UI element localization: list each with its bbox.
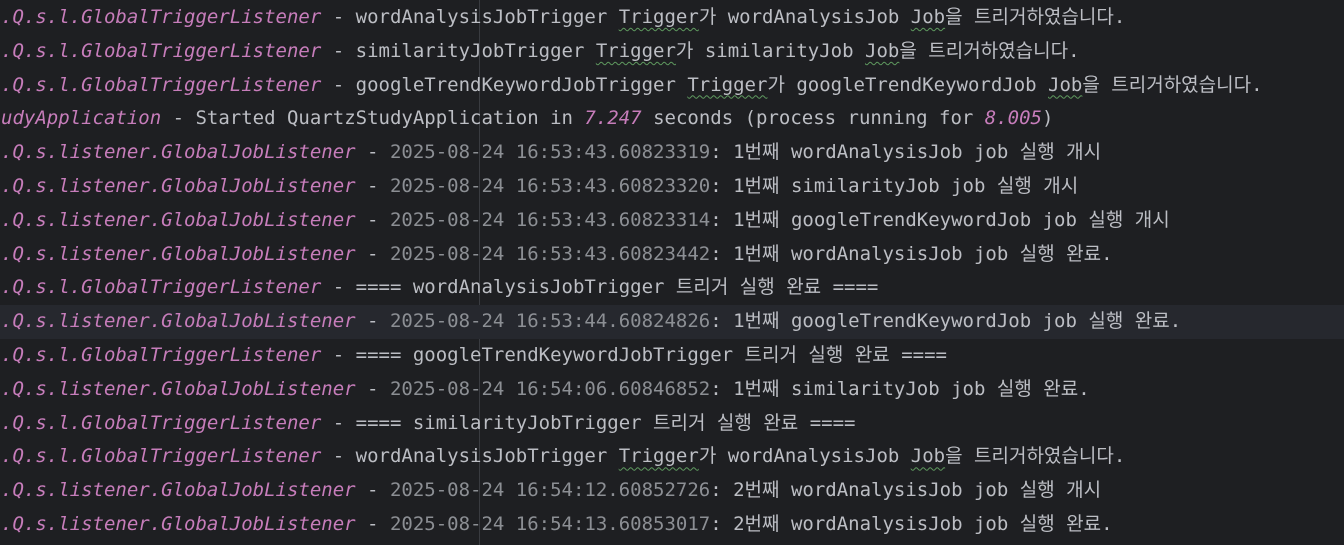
log-line[interactable]: .Q.s.listener.GlobalJobListener - 2025-0… bbox=[0, 373, 1344, 407]
separator: - bbox=[321, 73, 356, 96]
message-text: 을 트리거하였습니다. bbox=[899, 39, 1080, 62]
spellcheck-word: Trigger bbox=[618, 6, 699, 28]
spellcheck-word: Job bbox=[910, 6, 946, 28]
log-line[interactable]: .Q.s.l.GlobalTriggerListener - ==== word… bbox=[0, 271, 1344, 305]
message-text: similarityJobTrigger bbox=[355, 39, 596, 62]
timestamp: 2025-08-24 16:54:12.60852726 bbox=[389, 479, 711, 502]
message-text: wordAnalysisJobTrigger bbox=[355, 445, 619, 468]
separator: - bbox=[355, 377, 390, 400]
message-text: : 1번째 similarityJob job 실행 완료. bbox=[710, 377, 1090, 400]
message-text: wordAnalysisJobTrigger bbox=[355, 6, 619, 28]
separator: - bbox=[321, 344, 356, 366]
message-text: 을 트리거하였습니다. bbox=[945, 6, 1126, 28]
message-text: 을 트리거하였습니다. bbox=[1082, 73, 1263, 96]
log-line[interactable]: .Q.s.l.GlobalTriggerListener - ==== simi… bbox=[0, 407, 1344, 441]
message-text: ==== googleTrendKeywordJobTrigger 트리거 실행… bbox=[355, 344, 947, 366]
message-text: Started QuartzStudyApplication in bbox=[195, 107, 585, 130]
message-text: 가 similarityJob bbox=[675, 39, 865, 62]
message-text: : 1번째 wordAnalysisJob job 실행 완료. bbox=[710, 242, 1113, 265]
log-line[interactable]: .Q.s.l.GlobalTriggerListener - googleTre… bbox=[0, 69, 1344, 103]
spellcheck-word: Trigger bbox=[618, 445, 699, 468]
log-line[interactable]: .Q.s.listener.GlobalJobListener - 2025-0… bbox=[0, 474, 1344, 508]
spellcheck-word: Job bbox=[1048, 73, 1083, 96]
message-text: : 1번째 googleTrendKeywordJob job 실행 개시 bbox=[710, 208, 1170, 231]
separator: - bbox=[355, 242, 390, 265]
log-line[interactable]: .Q.s.l.GlobalTriggerListener - ==== goog… bbox=[0, 339, 1344, 373]
log-line[interactable]: .Q.s.l.GlobalTriggerListener - wordAnaly… bbox=[0, 1, 1344, 35]
logger-name: .Q.s.l.GlobalTriggerListener bbox=[1, 39, 322, 62]
log-line[interactable]: .Q.s.listener.GlobalJobListener - 2025-0… bbox=[0, 305, 1344, 339]
logger-name: .Q.s.listener.GlobalJobListener bbox=[1, 175, 356, 197]
numeric-value: 8.005 bbox=[984, 107, 1042, 130]
logger-name: .Q.s.listener.GlobalJobListener bbox=[1, 310, 356, 333]
message-text: 가 wordAnalysisJob bbox=[698, 6, 911, 28]
timestamp: 2025-08-24 16:54:06.60846852 bbox=[389, 377, 711, 400]
separator: - bbox=[355, 208, 390, 231]
timestamp: 2025-08-24 16:53:43.60823442 bbox=[389, 242, 711, 265]
timestamp: 2025-08-24 16:53:43.60823320 bbox=[389, 175, 711, 197]
separator: - bbox=[321, 6, 356, 28]
spellcheck-word: Job bbox=[910, 445, 946, 468]
message-text: seconds (process running for bbox=[641, 107, 985, 130]
message-text: : 1번째 wordAnalysisJob job 실행 개시 bbox=[710, 141, 1102, 164]
logger-name: .Q.s.l.GlobalTriggerListener bbox=[1, 344, 322, 366]
message-text: : 1번째 similarityJob job 실행 개시 bbox=[710, 175, 1079, 197]
logger-name: .Q.s.l.GlobalTriggerListener bbox=[1, 73, 322, 96]
logger-name: udyApplication bbox=[1, 107, 162, 130]
logger-name: .Q.s.listener.GlobalJobListener bbox=[1, 208, 356, 231]
log-line[interactable]: .Q.s.l.GlobalTriggerListener - wordAnaly… bbox=[0, 440, 1344, 474]
logger-name: .Q.s.l.GlobalTriggerListener bbox=[1, 411, 322, 434]
logger-name: .Q.s.l.GlobalTriggerListener bbox=[1, 6, 322, 28]
separator: - bbox=[161, 107, 196, 130]
message-text: ==== wordAnalysisJobTrigger 트리거 실행 완료 ==… bbox=[355, 276, 879, 299]
numeric-value: 7.247 bbox=[584, 107, 642, 130]
console-output[interactable]: .Q.s.l.GlobalTriggerListener - wordAnaly… bbox=[0, 0, 1344, 545]
timestamp: 2025-08-24 16:53:43.60823319 bbox=[389, 141, 711, 164]
log-line[interactable]: .Q.s.listener.GlobalJobListener - 2025-0… bbox=[0, 136, 1344, 170]
logger-name: .Q.s.listener.GlobalJobListener bbox=[1, 141, 356, 164]
timestamp: 2025-08-24 16:53:44.60824826 bbox=[389, 310, 711, 333]
logger-name: .Q.s.listener.GlobalJobListener bbox=[1, 479, 356, 502]
message-text: : 2번째 wordAnalysisJob job 실행 완료. bbox=[710, 513, 1113, 535]
separator: - bbox=[321, 276, 356, 299]
log-line[interactable]: .Q.s.listener.GlobalJobListener - 2025-0… bbox=[0, 508, 1344, 542]
message-text: : 1번째 googleTrendKeywordJob job 실행 완료. bbox=[710, 310, 1182, 333]
spellcheck-word: Job bbox=[865, 39, 900, 62]
log-line[interactable]: udyApplication - Started QuartzStudyAppl… bbox=[0, 102, 1344, 136]
message-text: 가 googleTrendKeywordJob bbox=[767, 73, 1049, 96]
logger-name: .Q.s.listener.GlobalJobListener bbox=[1, 242, 356, 265]
separator: - bbox=[355, 513, 390, 535]
timestamp: 2025-08-24 16:54:13.60853017 bbox=[389, 513, 711, 535]
timestamp: 2025-08-24 16:53:43.60823314 bbox=[389, 208, 711, 231]
log-line[interactable]: .Q.s.listener.GlobalJobListener - 2025-0… bbox=[0, 170, 1344, 204]
separator: - bbox=[355, 310, 390, 333]
spellcheck-word: Trigger bbox=[595, 39, 676, 62]
logger-name: .Q.s.listener.GlobalJobListener bbox=[1, 513, 356, 535]
separator: - bbox=[321, 445, 356, 468]
logger-name: .Q.s.l.GlobalTriggerListener bbox=[1, 445, 322, 468]
log-line[interactable]: .Q.s.l.GlobalTriggerListener - similarit… bbox=[0, 35, 1344, 69]
separator: - bbox=[355, 175, 390, 197]
log-line[interactable]: .Q.s.listener.GlobalJobListener - 2025-0… bbox=[0, 238, 1344, 272]
message-text: ==== similarityJobTrigger 트리거 실행 완료 ==== bbox=[355, 411, 856, 434]
message-text: ) bbox=[1042, 107, 1054, 130]
separator: - bbox=[321, 411, 356, 434]
log-line[interactable]: .Q.s.listener.GlobalJobListener - 2025-0… bbox=[0, 204, 1344, 238]
logger-name: .Q.s.listener.GlobalJobListener bbox=[1, 377, 356, 400]
message-text: : 2번째 wordAnalysisJob job 실행 개시 bbox=[710, 479, 1102, 502]
separator: - bbox=[321, 39, 356, 62]
separator: - bbox=[355, 141, 390, 164]
message-text: 가 wordAnalysisJob bbox=[698, 445, 911, 468]
spellcheck-word: Trigger bbox=[687, 73, 768, 96]
message-text: 을 트리거하였습니다. bbox=[945, 445, 1126, 468]
logger-name: .Q.s.l.GlobalTriggerListener bbox=[1, 276, 322, 299]
separator: - bbox=[355, 479, 390, 502]
message-text: googleTrendKeywordJobTrigger bbox=[355, 73, 688, 96]
